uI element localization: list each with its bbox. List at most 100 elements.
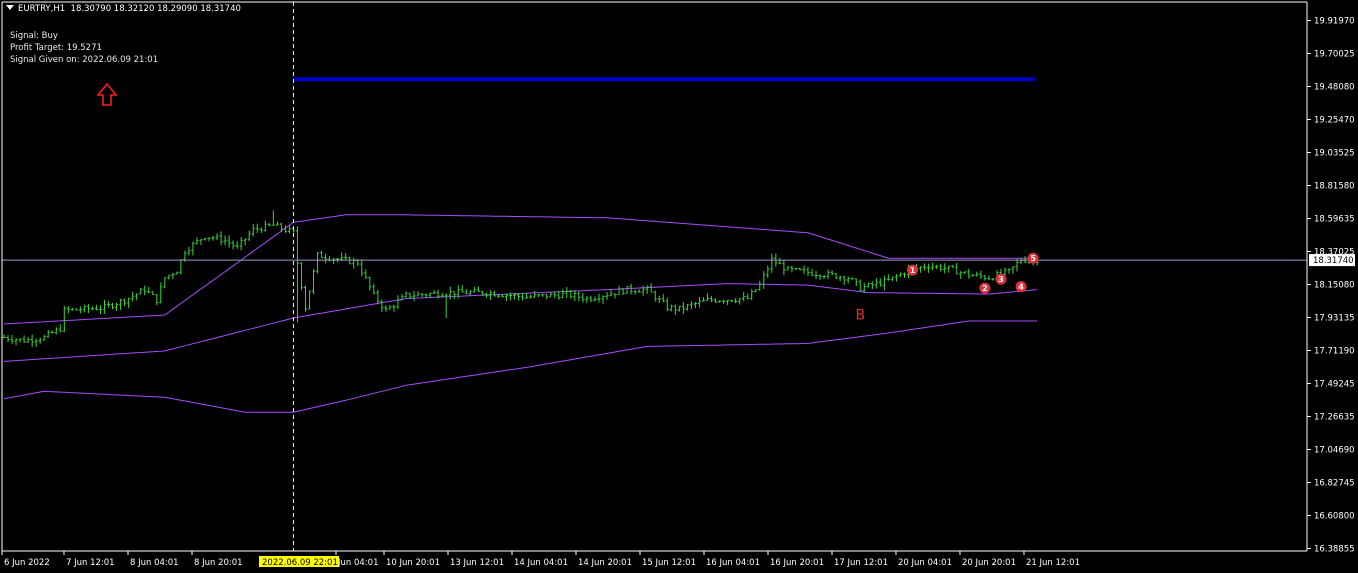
price-bar	[255, 223, 259, 234]
price-bar	[227, 235, 231, 248]
y-tick-label: 17.93135	[1314, 314, 1355, 324]
svg-text:4: 4	[1018, 283, 1024, 292]
price-bar	[838, 275, 842, 282]
profit-target-text: Profit Target: 19.5271	[10, 43, 102, 53]
price-bar	[919, 266, 923, 273]
price-bar	[175, 271, 179, 275]
price-bar	[243, 238, 247, 246]
price-bar	[810, 268, 814, 277]
price-bar	[718, 300, 722, 303]
x-tick-label: 13 Jun 12:01	[450, 558, 504, 568]
price-bar	[476, 286, 480, 293]
wave-marker-2: 2	[979, 282, 991, 294]
x-tick-label: 15 Jun 12:01	[642, 558, 696, 568]
price-bar	[147, 287, 151, 294]
price-bar	[870, 281, 874, 290]
price-bar	[191, 241, 195, 256]
price-bar	[70, 308, 74, 311]
price-bar	[26, 336, 30, 343]
price-bar	[661, 294, 665, 303]
price-bar	[878, 278, 882, 287]
y-tick-label: 17.71190	[1314, 347, 1355, 357]
price-bar	[78, 306, 82, 314]
price-bar	[151, 291, 155, 296]
price-bar	[890, 276, 894, 282]
price-bar	[50, 330, 54, 334]
y-tick-label: 19.70025	[1314, 50, 1355, 60]
price-bar	[597, 293, 601, 303]
price-bar	[155, 294, 159, 306]
price-bar	[931, 262, 935, 271]
signal-given-text: Signal Given on: 2022.06.09 21:01	[10, 55, 159, 65]
price-bar	[496, 295, 500, 298]
price-bar	[131, 291, 135, 302]
chart-header[interactable]: EURTRY,H1 18.30790 18.32120 18.29090 18.…	[6, 4, 241, 14]
price-bar	[955, 262, 959, 275]
price-bar	[943, 263, 947, 274]
dropdown-triangle-icon[interactable]	[6, 5, 14, 10]
price-bar	[187, 246, 191, 256]
price-bar	[894, 274, 898, 282]
price-bar	[577, 291, 581, 302]
chart-axes: 19.91970 19.70025 19.48080 19.25470 19.03525…	[1, 1, 1355, 568]
price-bar	[589, 295, 593, 303]
band-lower	[3, 320, 1038, 413]
price-bar	[561, 289, 565, 299]
price-bar	[98, 305, 102, 315]
price-bar	[581, 293, 585, 303]
price-bar	[991, 277, 995, 281]
band-middle	[3, 283, 1038, 362]
price-bar	[886, 274, 890, 281]
price-bar	[830, 270, 834, 276]
price-bar	[352, 257, 356, 269]
price-chart[interactable]: B12345 19.9197019.7002519.4808019.254701…	[0, 0, 1358, 573]
price-bar	[1019, 257, 1023, 264]
price-bar	[669, 304, 673, 312]
price-bar	[115, 302, 119, 311]
price-bar	[786, 265, 790, 271]
price-bar	[34, 338, 38, 347]
price-bar	[770, 253, 774, 273]
price-bar	[541, 293, 545, 297]
price-bar	[308, 290, 312, 310]
price-bar	[388, 304, 392, 310]
price-bar	[66, 306, 70, 314]
price-bar	[74, 308, 78, 311]
price-bar	[613, 293, 617, 299]
price-bar	[565, 287, 569, 299]
price-bar	[163, 277, 167, 289]
x-tick-label: 10 Jun 20:01	[386, 558, 440, 568]
price-bar	[605, 291, 609, 300]
price-bar	[710, 296, 714, 303]
x-tick-label: 20 Jun 04:01	[898, 558, 952, 568]
svg-text:3: 3	[998, 275, 1004, 284]
price-bar	[2, 334, 6, 339]
price-bar	[726, 299, 730, 306]
price-bar	[372, 283, 376, 295]
wave-marker-5: 5	[1027, 252, 1039, 264]
x-tick-label: 16 Jun 20:01	[770, 558, 824, 568]
price-bar	[211, 235, 215, 241]
x-tick-label: 7 Jun 12:01	[66, 558, 115, 568]
price-bar	[677, 305, 681, 312]
price-bar	[460, 284, 464, 293]
price-bar	[468, 289, 472, 296]
price-bar	[681, 302, 685, 315]
price-bar	[368, 276, 372, 291]
x-tick-label: 17 Jun 12:01	[834, 558, 888, 568]
price-bar	[818, 274, 822, 280]
price-bar	[975, 271, 979, 277]
price-bar	[593, 296, 597, 302]
price-bar	[219, 231, 223, 246]
price-bar	[766, 265, 770, 278]
price-bar	[38, 337, 42, 344]
price-bar	[685, 303, 689, 311]
price-bar	[90, 306, 94, 311]
price-bar	[295, 226, 299, 323]
price-bar	[22, 335, 26, 343]
price-bar	[263, 220, 267, 232]
price-bar	[754, 289, 758, 293]
wave-marker-1: 1	[907, 264, 919, 276]
y-tick-label: 19.25470	[1314, 116, 1355, 126]
price-bar	[806, 267, 810, 277]
